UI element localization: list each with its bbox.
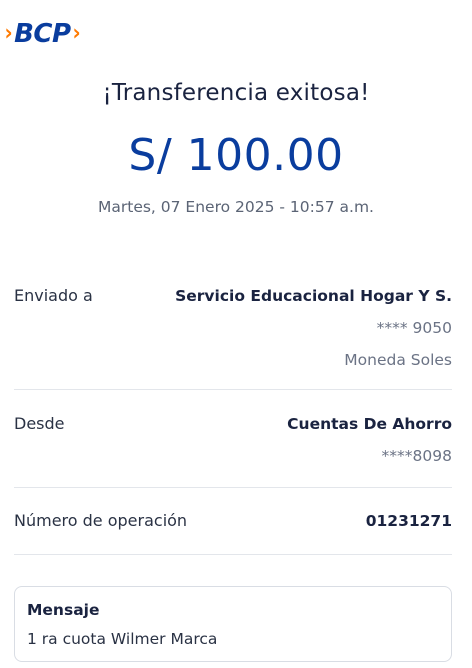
divider xyxy=(14,554,452,555)
operation-label: Número de operación xyxy=(14,511,188,530)
divider xyxy=(14,487,452,488)
transfer-amount: S/ 100.00 xyxy=(128,130,344,181)
bcp-logo: › BCP › xyxy=(4,16,81,52)
recipient-account: **** 9050 xyxy=(376,319,452,337)
chevron-right-icon: › xyxy=(4,21,13,46)
message-box: Mensaje 1 ra cuota Wilmer Marca xyxy=(14,586,452,662)
sent-to-details: Servicio Educacional Hogar Y S. **** 905… xyxy=(175,286,452,370)
recipient-currency: Moneda Soles xyxy=(344,351,452,369)
from-label: Desde xyxy=(14,414,65,433)
message-label: Mensaje xyxy=(27,601,100,619)
message-text: 1 ra cuota Wilmer Marca xyxy=(27,630,218,648)
from-details: Cuentas De Ahorro ****8098 xyxy=(287,414,452,466)
divider xyxy=(14,389,452,390)
sent-to-label: Enviado a xyxy=(14,286,93,305)
recipient-name: Servicio Educacional Hogar Y S. xyxy=(175,287,452,305)
transfer-datetime: Martes, 07 Enero 2025 - 10:57 a.m. xyxy=(98,198,374,216)
operation-row: Número de operación 01231271 xyxy=(14,511,452,535)
source-account-type: Cuentas De Ahorro xyxy=(287,415,452,433)
chevron-right-icon: › xyxy=(72,21,81,46)
logo-wordmark: BCP xyxy=(14,19,71,49)
page-title: ¡Transferencia exitosa! xyxy=(102,80,370,106)
from-row: Desde Cuentas De Ahorro ****8098 xyxy=(14,414,452,474)
source-account-number: ****8098 xyxy=(381,447,452,465)
operation-number: 01231271 xyxy=(365,512,452,530)
operation-details: 01231271 xyxy=(366,511,452,531)
sent-to-row: Enviado a Servicio Educacional Hogar Y S… xyxy=(14,286,452,376)
